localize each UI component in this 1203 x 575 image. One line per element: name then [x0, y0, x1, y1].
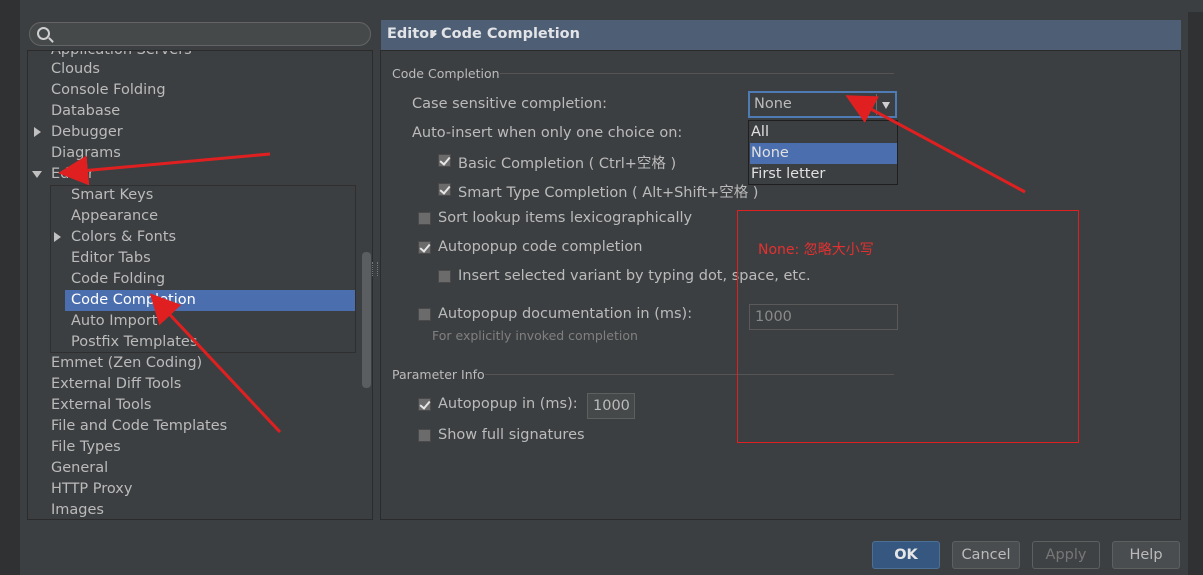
- annotation-arrows: [58, 95, 1026, 434]
- help-button[interactable]: Help: [1112, 541, 1180, 569]
- apply-button[interactable]: Apply: [1032, 541, 1100, 569]
- annotation-arrow-code-completion: [149, 293, 282, 434]
- cancel-button[interactable]: Cancel: [952, 541, 1020, 569]
- annotation-arrow-editor: [58, 152, 271, 186]
- annotation-arrow-dropdown: [845, 95, 1026, 194]
- ok-button[interactable]: OK: [872, 541, 940, 569]
